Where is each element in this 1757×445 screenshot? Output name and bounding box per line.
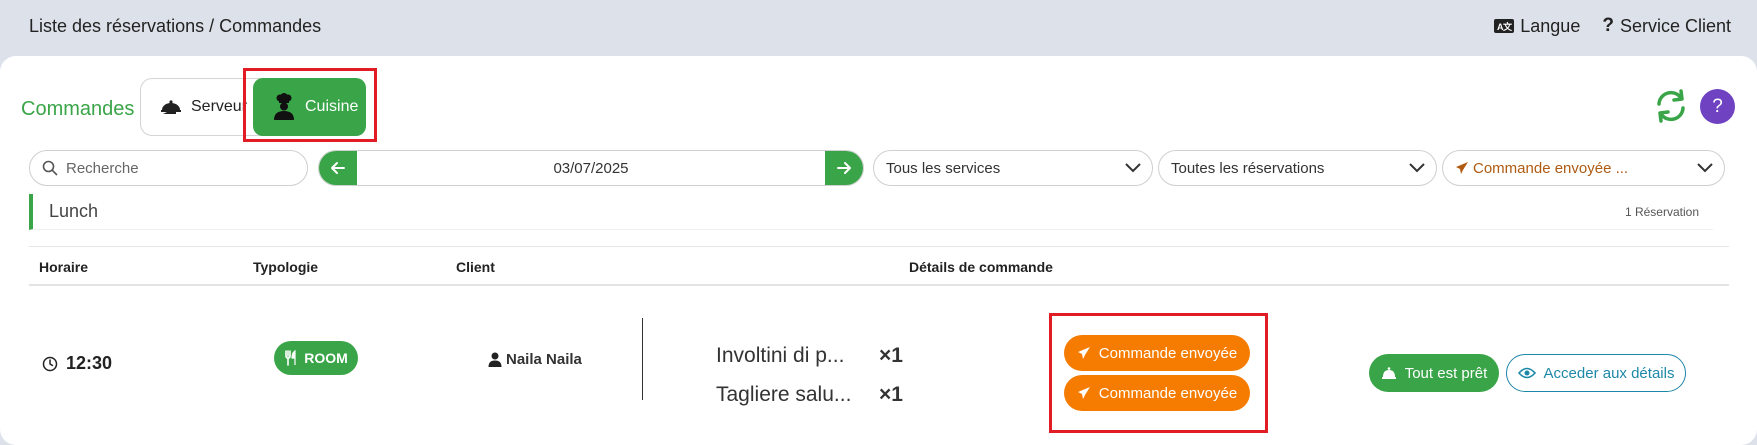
main-card: Commandes Serveur Cuisine ? Recherche 03…: [0, 56, 1757, 445]
chevron-down-icon: [1125, 163, 1141, 173]
clock-icon: [42, 356, 58, 371]
search-input[interactable]: [66, 159, 286, 177]
highlight-box-cuisine: [243, 68, 377, 142]
header-type: Typologie: [253, 259, 319, 275]
tab-serveur-label: Serveur: [191, 98, 248, 115]
service-bell-icon: [1381, 367, 1396, 379]
client-name-value: Naila Naila: [506, 351, 582, 368]
reservation-time: 12:30: [42, 353, 112, 374]
order-item-name: Tagliere salu...: [716, 383, 852, 406]
reservation-select[interactable]: Toutes les réservations: [1158, 150, 1437, 186]
order-item-name: Involtini di p...: [716, 344, 845, 367]
service-select-value: Tous les services: [886, 159, 1001, 177]
top-bar: Liste des réservations / Commandes A文 La…: [0, 0, 1757, 52]
service-select[interactable]: Tous les services: [873, 150, 1153, 186]
reservation-select-value: Toutes les réservations: [1171, 159, 1325, 177]
date-picker: 03/07/2025: [318, 150, 864, 186]
reservation-count: 1 Réservation: [1624, 204, 1699, 219]
chevron-down-icon: [1697, 163, 1713, 173]
arrow-left-icon: [331, 162, 345, 174]
header-details: Détails de commande: [909, 259, 1053, 275]
breadcrumb: Liste des réservations / Commandes: [29, 15, 322, 36]
tab-serveur[interactable]: Serveur: [141, 79, 253, 135]
customer-service-button[interactable]: ? Service Client: [1602, 15, 1731, 37]
table-row: 12:30 ROOM Naila Naila Involtini di p...…: [29, 288, 1729, 438]
order-item-qty: ×1: [879, 344, 903, 367]
view-details-label: Acceder aux détails: [1543, 364, 1675, 382]
all-ready-button[interactable]: Tout est prêt: [1369, 354, 1499, 392]
previous-date-button[interactable]: [319, 151, 357, 185]
status-select-value-wrap: Commande envoyée ...: [1455, 160, 1628, 177]
highlight-box-statuses: [1049, 313, 1268, 433]
refresh-icon[interactable]: [1653, 88, 1689, 124]
user-icon: [488, 352, 502, 367]
search-icon: [42, 160, 58, 176]
next-date-button[interactable]: [825, 151, 863, 185]
status-select-value: Commande envoyée ...: [1473, 159, 1629, 177]
language-icon: A文: [1494, 19, 1515, 33]
question-icon: ?: [1712, 95, 1723, 117]
service-group-header: Lunch 1 Réservation: [29, 194, 1713, 230]
cutlery-icon: [285, 350, 296, 366]
status-select[interactable]: Commande envoyée ...: [1442, 150, 1725, 186]
section-title: Commandes: [21, 98, 135, 120]
client-name: Naila Naila: [488, 351, 582, 368]
time-value: 12:30: [66, 353, 113, 373]
header-time: Horaire: [39, 259, 89, 275]
top-bar-actions: A文 Langue ? Service Client: [1494, 15, 1731, 37]
type-badge-label: ROOM: [304, 350, 348, 366]
paper-plane-icon: [1456, 162, 1468, 174]
question-icon: ?: [1602, 15, 1614, 36]
type-badge: ROOM: [274, 341, 358, 375]
search-box[interactable]: [29, 150, 308, 186]
date-value[interactable]: 03/07/2025: [357, 151, 825, 185]
language-label: Langue: [1520, 15, 1581, 36]
language-button[interactable]: A文 Langue: [1494, 16, 1580, 37]
table-header: Horaire Typologie Client Détails de comm…: [29, 246, 1729, 286]
eye-icon: [1517, 367, 1536, 379]
arrow-right-icon: [837, 162, 851, 174]
all-ready-label: Tout est prêt: [1404, 364, 1488, 382]
help-button[interactable]: ?: [1700, 89, 1735, 124]
header-client: Client: [456, 259, 495, 275]
waiter-tray-icon: [161, 100, 181, 114]
customer-service-label: Service Client: [1619, 15, 1731, 36]
column-divider: [642, 318, 643, 400]
chevron-down-icon: [1409, 163, 1425, 173]
order-item-qty: ×1: [879, 383, 903, 406]
view-details-button[interactable]: Acceder aux détails: [1506, 354, 1686, 392]
service-group-name: Lunch: [49, 201, 99, 221]
